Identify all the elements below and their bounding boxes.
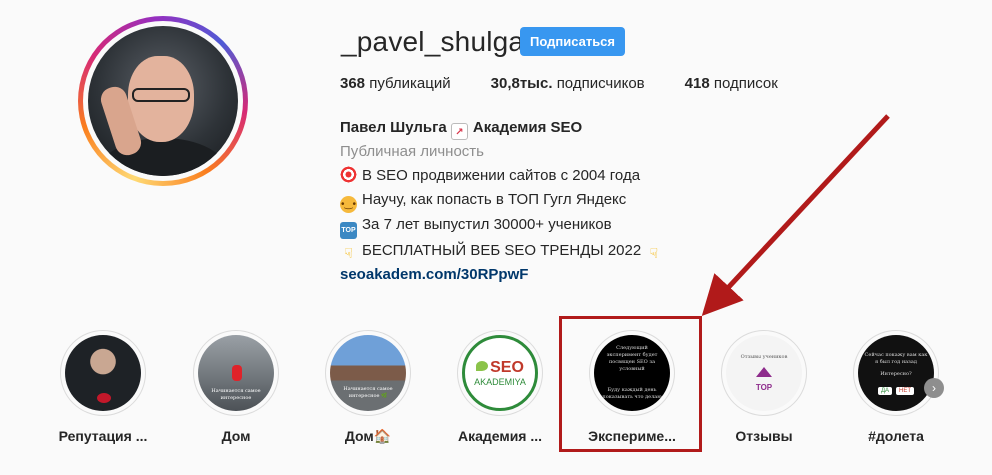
annotation-arrow-icon: [701, 114, 890, 316]
